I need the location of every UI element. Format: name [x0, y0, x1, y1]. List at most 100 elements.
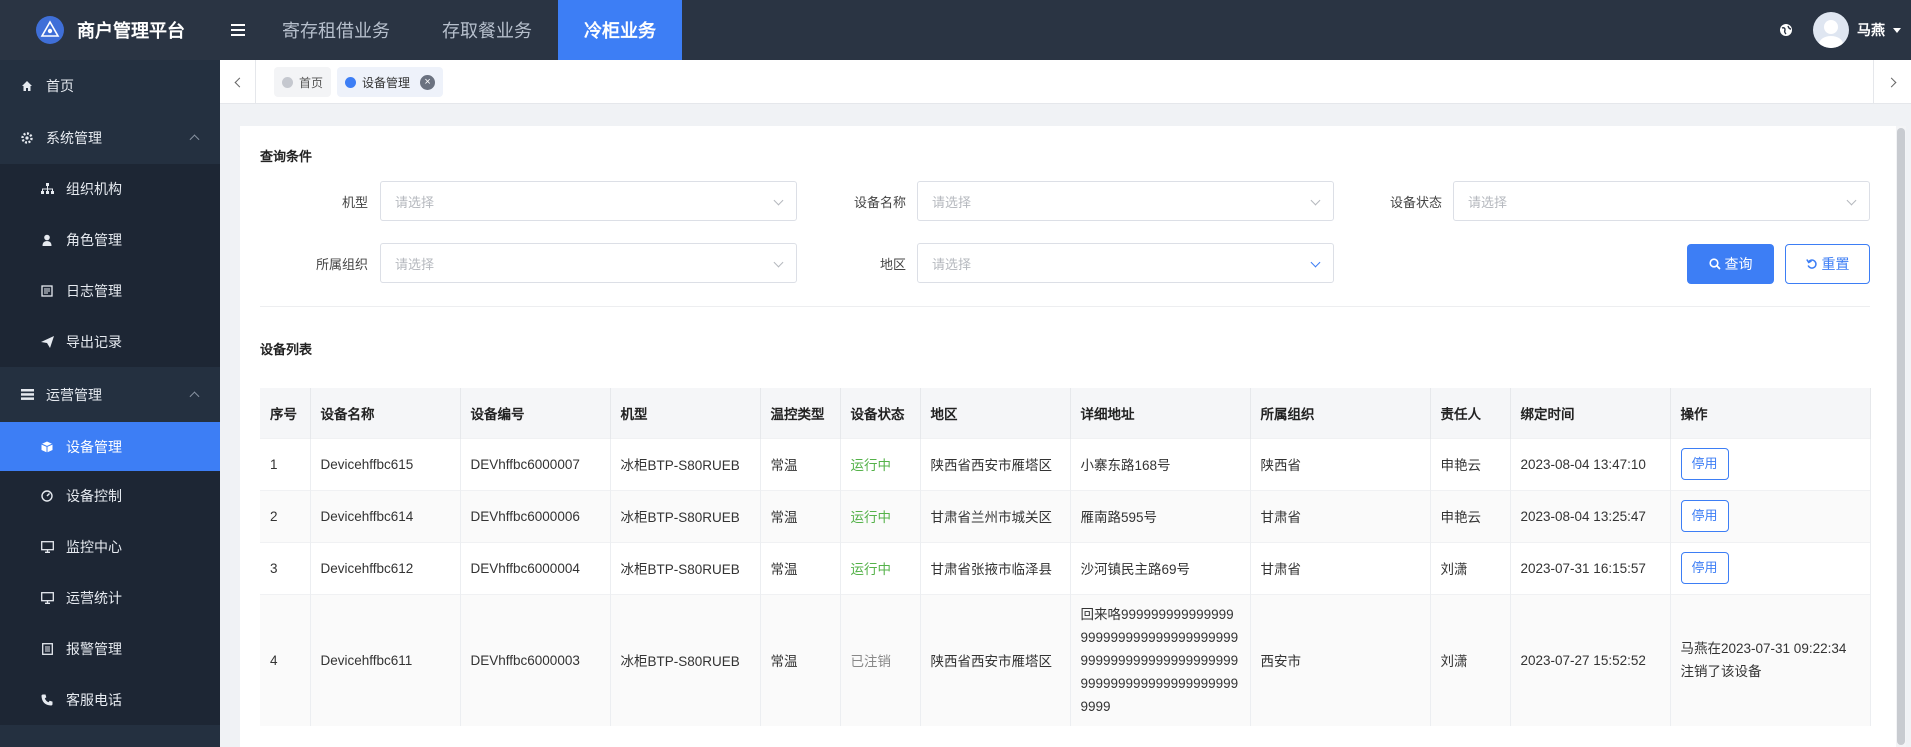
tabs-scroll-left-button[interactable]	[220, 60, 256, 104]
page-tabs-bar: 首页 设备管理 ×	[220, 60, 1911, 104]
reset-button[interactable]: 重置	[1785, 244, 1870, 284]
cell-status: 已注销	[840, 593, 921, 726]
cell-action: 停用	[1669, 541, 1871, 594]
cell-device-name: Devicehffbc611	[310, 593, 461, 726]
org-label: 所属组织	[315, 257, 368, 272]
avatar[interactable]	[1813, 12, 1849, 48]
chevron-down-icon	[773, 257, 784, 268]
cell-device-code: DEVhffbc6000007	[460, 437, 611, 490]
search-button[interactable]: 查询	[1687, 244, 1774, 284]
tab-label: 首页	[299, 75, 324, 90]
cell-owner: 刘潇	[1430, 593, 1511, 726]
sidebar-item-service-phone[interactable]: 客服电话	[0, 674, 220, 725]
cell-status: 运行中	[840, 437, 921, 490]
cell-device-name: Devicehffbc615	[310, 437, 461, 490]
sidebar-item-org[interactable]: 组织机构	[0, 164, 220, 214]
menu-toggle-icon[interactable]	[220, 0, 256, 60]
org-select-placeholder: 请选择	[395, 256, 435, 272]
user-name[interactable]: 马燕	[1857, 20, 1885, 40]
sidebar-group-operations[interactable]: 运营管理	[0, 367, 220, 422]
table-row: 2 Devicehffbc614 DEVhffbc6000006 冰柜BTP-S…	[260, 489, 1871, 542]
brand-title: 商户管理平台	[77, 21, 185, 41]
sidebar-item-home[interactable]: 首页	[0, 60, 220, 111]
tab-dot-icon	[345, 76, 357, 88]
disable-button[interactable]: 停用	[1680, 448, 1729, 480]
sidebar-item-label: 系统管理	[46, 129, 102, 146]
table-row: 4 Devicehffbc611 DEVhffbc6000003 冰柜BTP-S…	[260, 593, 1871, 726]
cell-model: 冰柜BTP-S80RUEB	[610, 489, 761, 542]
sidebar-item-logs[interactable]: 日志管理	[0, 265, 220, 316]
device-list-title: 设备列表	[260, 342, 313, 357]
top-tab-freezer[interactable]: 冷柜业务	[558, 0, 682, 60]
platform-logo-icon	[36, 16, 64, 44]
cell-region: 甘肃省张掖市临泽县	[920, 541, 1071, 594]
sidebar-item-statistics[interactable]: 运营统计	[0, 572, 220, 623]
globe-icon[interactable]	[1775, 19, 1797, 41]
cell-temp-type: 常温	[760, 541, 841, 594]
scrollbar-thumb[interactable]	[1897, 128, 1905, 745]
brand[interactable]: 商户管理平台	[0, 0, 220, 60]
sidebar: 首页 系统管理 组织机构 角色管理 日志管理 导出记录 运营管理 设备管理 设备…	[0, 60, 220, 747]
tabs-scroll-right-button[interactable]	[1873, 60, 1911, 104]
cell-owner: 申艳云	[1430, 437, 1511, 490]
cell-bind-time: 2023-08-04 13:25:47	[1510, 489, 1671, 542]
table-row: 1 Devicehffbc615 DEVhffbc6000007 冰柜BTP-S…	[260, 437, 1871, 490]
sidebar-item-device-management[interactable]: 设备管理	[0, 422, 220, 471]
column-header: 设备名称	[310, 388, 461, 438]
device-name-label: 设备名称	[853, 195, 906, 210]
cell-device-code: DEVhffbc6000003	[460, 593, 611, 726]
cell-temp-type: 常温	[760, 489, 841, 542]
cell-address: 雁南路595号	[1070, 489, 1251, 542]
user-area: 马燕	[1775, 0, 1911, 60]
column-header: 操作	[1669, 388, 1871, 438]
cell-action: 停用	[1669, 437, 1871, 490]
cell-temp-type: 常温	[760, 593, 841, 726]
cell-owner: 申艳云	[1430, 489, 1511, 542]
cell-device-code: DEVhffbc6000006	[460, 489, 611, 542]
cell-device-name: Devicehffbc612	[310, 541, 461, 594]
disable-button[interactable]: 停用	[1680, 500, 1729, 532]
cell-org: 甘肃省	[1250, 489, 1431, 542]
cell-action-note: 马燕在2023-07-31 09:22:34注销了该设备	[1669, 593, 1871, 726]
org-select[interactable]: 请选择	[380, 243, 797, 283]
region-select-placeholder: 请选择	[932, 256, 972, 272]
sidebar-item-alarms[interactable]: 报警管理	[0, 623, 220, 674]
column-header: 设备状态	[840, 388, 921, 438]
sidebar-item-label: 日志管理	[66, 282, 122, 299]
column-header: 详细地址	[1070, 388, 1251, 438]
top-tab-storage-rental[interactable]: 寄存租借业务	[256, 0, 416, 60]
sidebar-item-label: 报警管理	[66, 640, 122, 657]
top-tab-meal-pickup[interactable]: 存取餐业务	[416, 0, 558, 60]
cell-no: 4	[260, 593, 311, 726]
cell-address: 小寨东路168号	[1070, 437, 1251, 490]
sidebar-item-label: 运营管理	[46, 386, 102, 403]
chevron-left-icon	[234, 77, 244, 87]
chevron-down-icon	[1310, 195, 1321, 206]
model-select[interactable]: 请选择	[380, 181, 797, 221]
doc-icon	[40, 642, 54, 656]
cell-device-code: DEVhffbc6000004	[460, 541, 611, 594]
tab-device-management[interactable]: 设备管理 ×	[337, 67, 444, 97]
close-icon[interactable]: ×	[420, 74, 436, 90]
chevron-down-icon	[1310, 257, 1321, 268]
sidebar-item-label: 设备管理	[66, 438, 122, 455]
column-header: 地区	[920, 388, 1071, 438]
disable-button[interactable]: 停用	[1680, 552, 1729, 584]
home-icon	[20, 79, 34, 93]
sidebar-item-exports[interactable]: 导出记录	[0, 316, 220, 367]
tab-home[interactable]: 首页	[274, 67, 332, 97]
sidebar-group-system[interactable]: 系统管理	[0, 111, 220, 164]
page-scrollbar[interactable]	[1896, 126, 1906, 747]
gear-icon	[20, 131, 34, 145]
sidebar-item-label: 首页	[46, 77, 74, 94]
sidebar-item-monitoring[interactable]: 监控中心	[0, 521, 220, 572]
box-icon	[40, 440, 54, 454]
device-status-select[interactable]: 请选择	[1453, 181, 1870, 221]
chevron-down-icon[interactable]	[1893, 27, 1901, 33]
sidebar-item-roles[interactable]: 角色管理	[0, 214, 220, 265]
region-select[interactable]: 请选择	[917, 243, 1334, 283]
sidebar-item-device-control[interactable]: 设备控制	[0, 471, 220, 521]
cell-region: 甘肃省兰州市城关区	[920, 489, 1071, 542]
cell-action: 停用	[1669, 489, 1871, 542]
device-name-select[interactable]: 请选择	[917, 181, 1334, 221]
